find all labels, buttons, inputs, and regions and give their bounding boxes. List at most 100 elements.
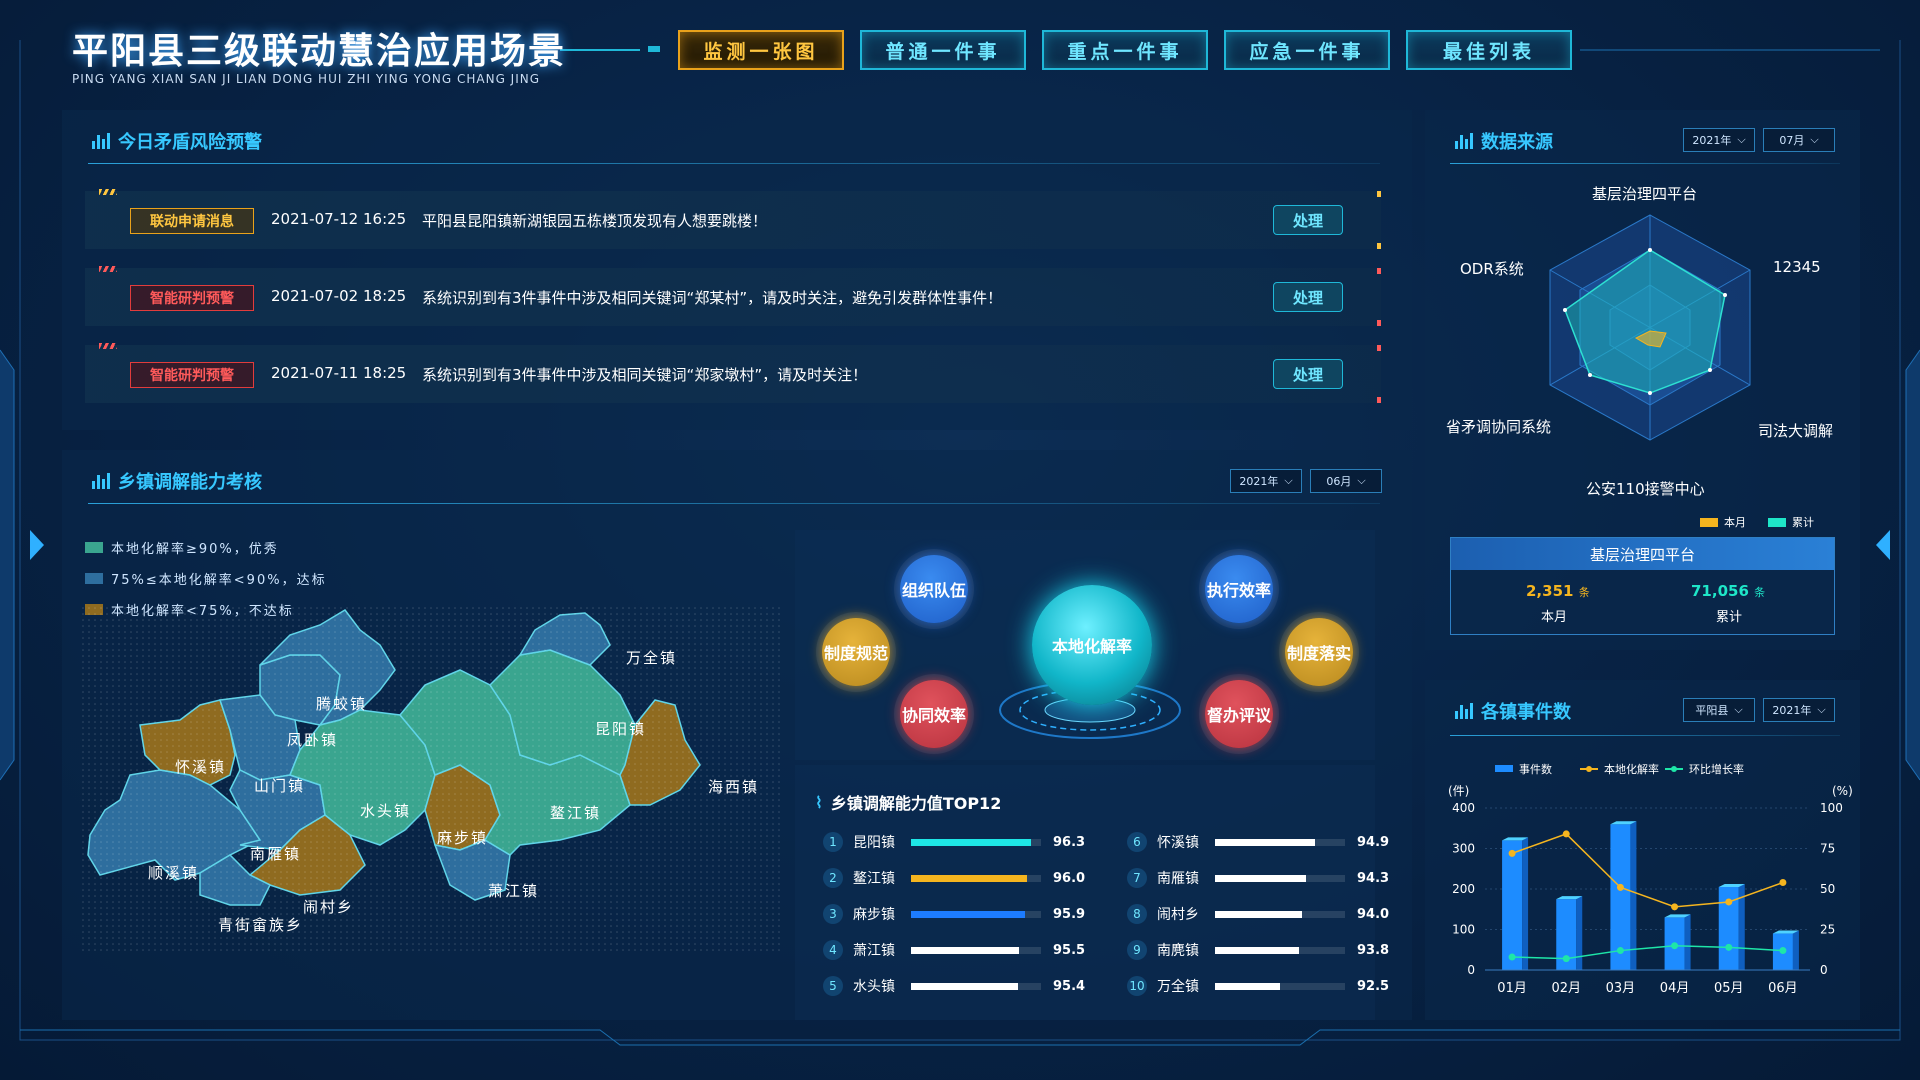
corner-marker (1377, 243, 1381, 249)
rank-value: 94.3 (1357, 870, 1390, 886)
series-point (1725, 898, 1733, 906)
source-month-select[interactable]: 07月 ⌵ (1763, 128, 1835, 152)
corner-marker (1377, 397, 1381, 403)
town-year-select[interactable]: 2021年 ⌵ (1230, 469, 1302, 493)
town-label[interactable]: 腾蛟镇 (316, 693, 367, 714)
legend-label: 75%≤本地化解率<90%，达标 (111, 573, 327, 588)
warning-row: 联动申请消息 2021-07-12 16:25 平阳县昆阳镇新湖银园五栋楼顶发现有人想… (85, 189, 1381, 249)
ranking-row: 4 萧江镇 95.5 (823, 940, 1085, 960)
nav-tab-3[interactable]: 应急一件事 (1224, 30, 1390, 70)
town-label[interactable]: 青街畲族乡 (218, 914, 303, 935)
handle-button[interactable]: 处理 (1273, 205, 1343, 235)
nav-tab-1[interactable]: 普通一件事 (860, 30, 1026, 70)
chevron-down-icon: ⌵ (1810, 133, 1819, 146)
y-tick-right: 0 (1820, 963, 1828, 977)
x-tick-label: 01月 (1497, 981, 1527, 996)
center-bubble[interactable]: 本地化解率 (1032, 585, 1152, 705)
summary-total-label: 累计 (1716, 610, 1743, 625)
series-point (1616, 883, 1624, 891)
rank-bar-fill (911, 838, 1031, 846)
chevron-down-icon: ⌵ (1284, 474, 1293, 487)
town-label[interactable]: 万全镇 (626, 647, 677, 668)
rank-value: 95.4 (1053, 978, 1086, 994)
town-label[interactable]: 闹村乡 (303, 896, 354, 917)
rank-bar-track (1215, 946, 1345, 954)
town-label[interactable]: 鳌江镇 (550, 802, 601, 823)
rank-town-name: 怀溪镇 (1157, 835, 1199, 851)
indicator-bubble[interactable]: 组织队伍 (900, 555, 968, 623)
y-tick-right: 75 (1820, 842, 1835, 856)
source-year-select[interactable]: 2021年 ⌵ (1683, 128, 1755, 152)
divider (1450, 735, 1840, 736)
ranking-header: ⌇ 乡镇调解能力值TOP12 (815, 790, 1001, 814)
rank-bar-fill (911, 982, 1018, 990)
rank-number: 4 (823, 940, 843, 960)
y-tick-left: 400 (1452, 801, 1475, 815)
town-label[interactable]: 萧江镇 (488, 880, 539, 901)
rank-value: 92.5 (1357, 978, 1390, 994)
radar-axis-label: 省矛调协同系统 (1446, 418, 1552, 436)
town-label[interactable]: 顺溪镇 (148, 862, 199, 883)
nav-tab-4[interactable]: 最佳列表 (1406, 30, 1572, 70)
handle-button[interactable]: 处理 (1273, 359, 1343, 389)
legend-label: 本地化解率≥90%，优秀 (111, 542, 279, 557)
town-label[interactable]: 海西镇 (708, 776, 759, 797)
rank-town-name: 万全镇 (1157, 979, 1199, 995)
indicator-bubble[interactable]: 协同效率 (900, 680, 968, 748)
warning-panel-title: 今日矛盾风险预警 (118, 132, 262, 153)
legend-swatch (1671, 766, 1677, 772)
town-label[interactable]: 麻步镇 (437, 827, 488, 848)
chevron-down-icon: ⌵ (1737, 133, 1746, 146)
y-tick-left: 0 (1467, 963, 1475, 977)
indicator-bubble[interactable]: 执行效率 (1205, 555, 1273, 623)
events-region-select[interactable]: 平阳县 ⌵ (1683, 698, 1755, 722)
town-label[interactable]: 山门镇 (254, 775, 305, 796)
rank-value: 95.5 (1053, 942, 1086, 958)
legend-swatch (1495, 765, 1513, 772)
stripe-marker (99, 343, 117, 349)
rank-bar-track (1215, 838, 1345, 846)
indicator-bubble[interactable]: 制度落实 (1285, 618, 1353, 686)
rank-number: 6 (1127, 832, 1147, 852)
y-axis-left-unit: (件) (1448, 784, 1469, 798)
town-label[interactable]: 凤卧镇 (287, 729, 338, 750)
town-label[interactable]: 怀溪镇 (175, 756, 226, 777)
events-year-select[interactable]: 2021年 ⌵ (1763, 698, 1835, 722)
rank-value: 96.0 (1053, 870, 1086, 886)
trend-icon: ⌇ (815, 792, 823, 812)
handle-button[interactable]: 处理 (1273, 282, 1343, 312)
rank-number: 8 (1127, 904, 1147, 924)
stripe-marker (99, 189, 117, 195)
x-tick-label: 03月 (1606, 981, 1636, 996)
radar-chart (1549, 214, 1751, 441)
y-tick-right: 100 (1820, 801, 1843, 815)
rank-bar-track (1215, 910, 1345, 918)
town-label[interactable]: 昆阳镇 (595, 718, 646, 739)
nav-tab-2[interactable]: 重点一件事 (1042, 30, 1208, 70)
rank-town-name: 萧江镇 (853, 943, 895, 959)
indicator-bubble[interactable]: 制度规范 (822, 618, 890, 686)
ranking-row: 7 南雁镇 94.3 (1127, 868, 1389, 888)
rank-town-name: 鳌江镇 (853, 871, 895, 887)
y-tick-left: 200 (1452, 882, 1475, 896)
rank-bar-fill (911, 946, 1020, 954)
town-label[interactable]: 水头镇 (360, 800, 411, 821)
nav-tab-0[interactable]: 监测一张图 (678, 30, 844, 70)
town-label[interactable]: 南雁镇 (250, 843, 301, 864)
warning-date: 2021-07-02 (271, 287, 359, 305)
series-point (1616, 947, 1624, 955)
rank-bar-track (911, 874, 1041, 882)
event-bar-side (1522, 837, 1529, 970)
ranking-title: 乡镇调解能力值TOP12 (830, 794, 1002, 813)
divider (88, 163, 1380, 164)
event-bar-side (1684, 914, 1691, 970)
summary-month-label: 本月 (1541, 610, 1568, 625)
ranking-row: 8 闹村乡 94.0 (1127, 904, 1389, 924)
indicator-bubble[interactable]: 督办评议 (1205, 680, 1273, 748)
x-tick-label: 04月 (1660, 981, 1690, 996)
radar-axis-label: ODR系统 (1460, 260, 1524, 278)
page-title: 平阳县三级联动慧治应用场景 (72, 31, 567, 72)
town-month-select[interactable]: 06月 ⌵ (1310, 469, 1382, 493)
divider (1450, 163, 1840, 164)
rank-town-name: 南麂镇 (1157, 943, 1199, 959)
